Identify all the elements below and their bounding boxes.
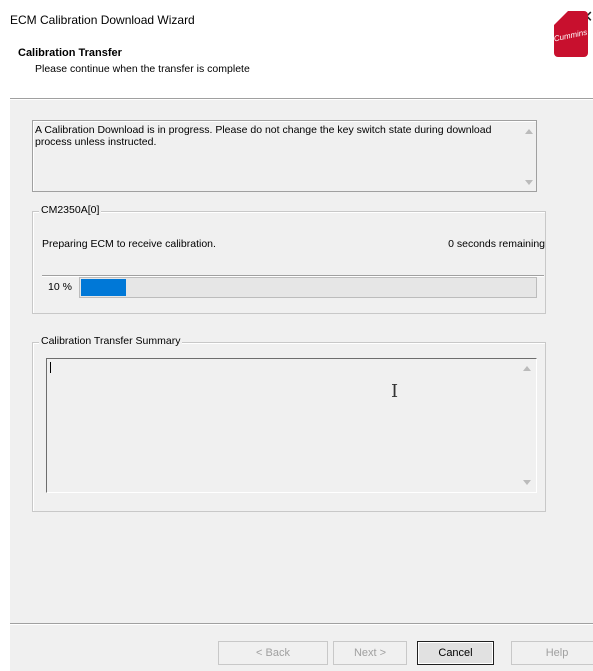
scroll-up-arrow-icon[interactable] xyxy=(523,366,531,371)
help-button[interactable]: Help xyxy=(511,641,593,665)
device-group: CM2350A[0] Preparing ECM to receive cali… xyxy=(32,204,546,314)
summary-group: Calibration Transfer Summary xyxy=(32,335,546,512)
message-text: A Calibration Download is in progress. P… xyxy=(35,124,492,148)
progress-bar-fill xyxy=(81,279,126,296)
page-title: Calibration Transfer xyxy=(18,47,122,59)
scroll-down-arrow-icon[interactable] xyxy=(523,480,531,485)
wizard-header: Calibration Transfer Please continue whe… xyxy=(10,36,593,98)
wizard-footer: < Back Next > Cancel Help xyxy=(10,625,593,671)
device-group-legend: CM2350A[0] xyxy=(39,204,102,216)
page-subtitle: Please continue when the transfer is com… xyxy=(35,63,250,75)
status-text: Preparing ECM to receive calibration. xyxy=(42,238,216,250)
message-box[interactable]: A Calibration Download is in progress. P… xyxy=(32,120,537,192)
window-title: ECM Calibration Download Wizard xyxy=(10,13,195,27)
back-button[interactable]: < Back xyxy=(218,641,328,665)
scroll-down-arrow-icon[interactable] xyxy=(525,180,533,185)
time-remaining: 0 seconds remaining xyxy=(448,238,545,250)
cummins-logo: Cummins xyxy=(540,11,588,57)
text-caret xyxy=(50,362,51,373)
summary-textbox[interactable] xyxy=(46,358,537,493)
ibeam-cursor-icon: I xyxy=(391,381,399,402)
scroll-up-arrow-icon[interactable] xyxy=(525,129,533,134)
cancel-button[interactable]: Cancel xyxy=(417,641,494,665)
progress-bar xyxy=(79,277,537,298)
summary-group-legend: Calibration Transfer Summary xyxy=(39,335,183,347)
next-button[interactable]: Next > xyxy=(333,641,407,665)
progress-percent-label: 10 % xyxy=(48,281,72,293)
title-bar: ECM Calibration Download Wizard ✕ xyxy=(0,0,593,36)
wizard-content: A Calibration Download is in progress. P… xyxy=(10,100,593,623)
